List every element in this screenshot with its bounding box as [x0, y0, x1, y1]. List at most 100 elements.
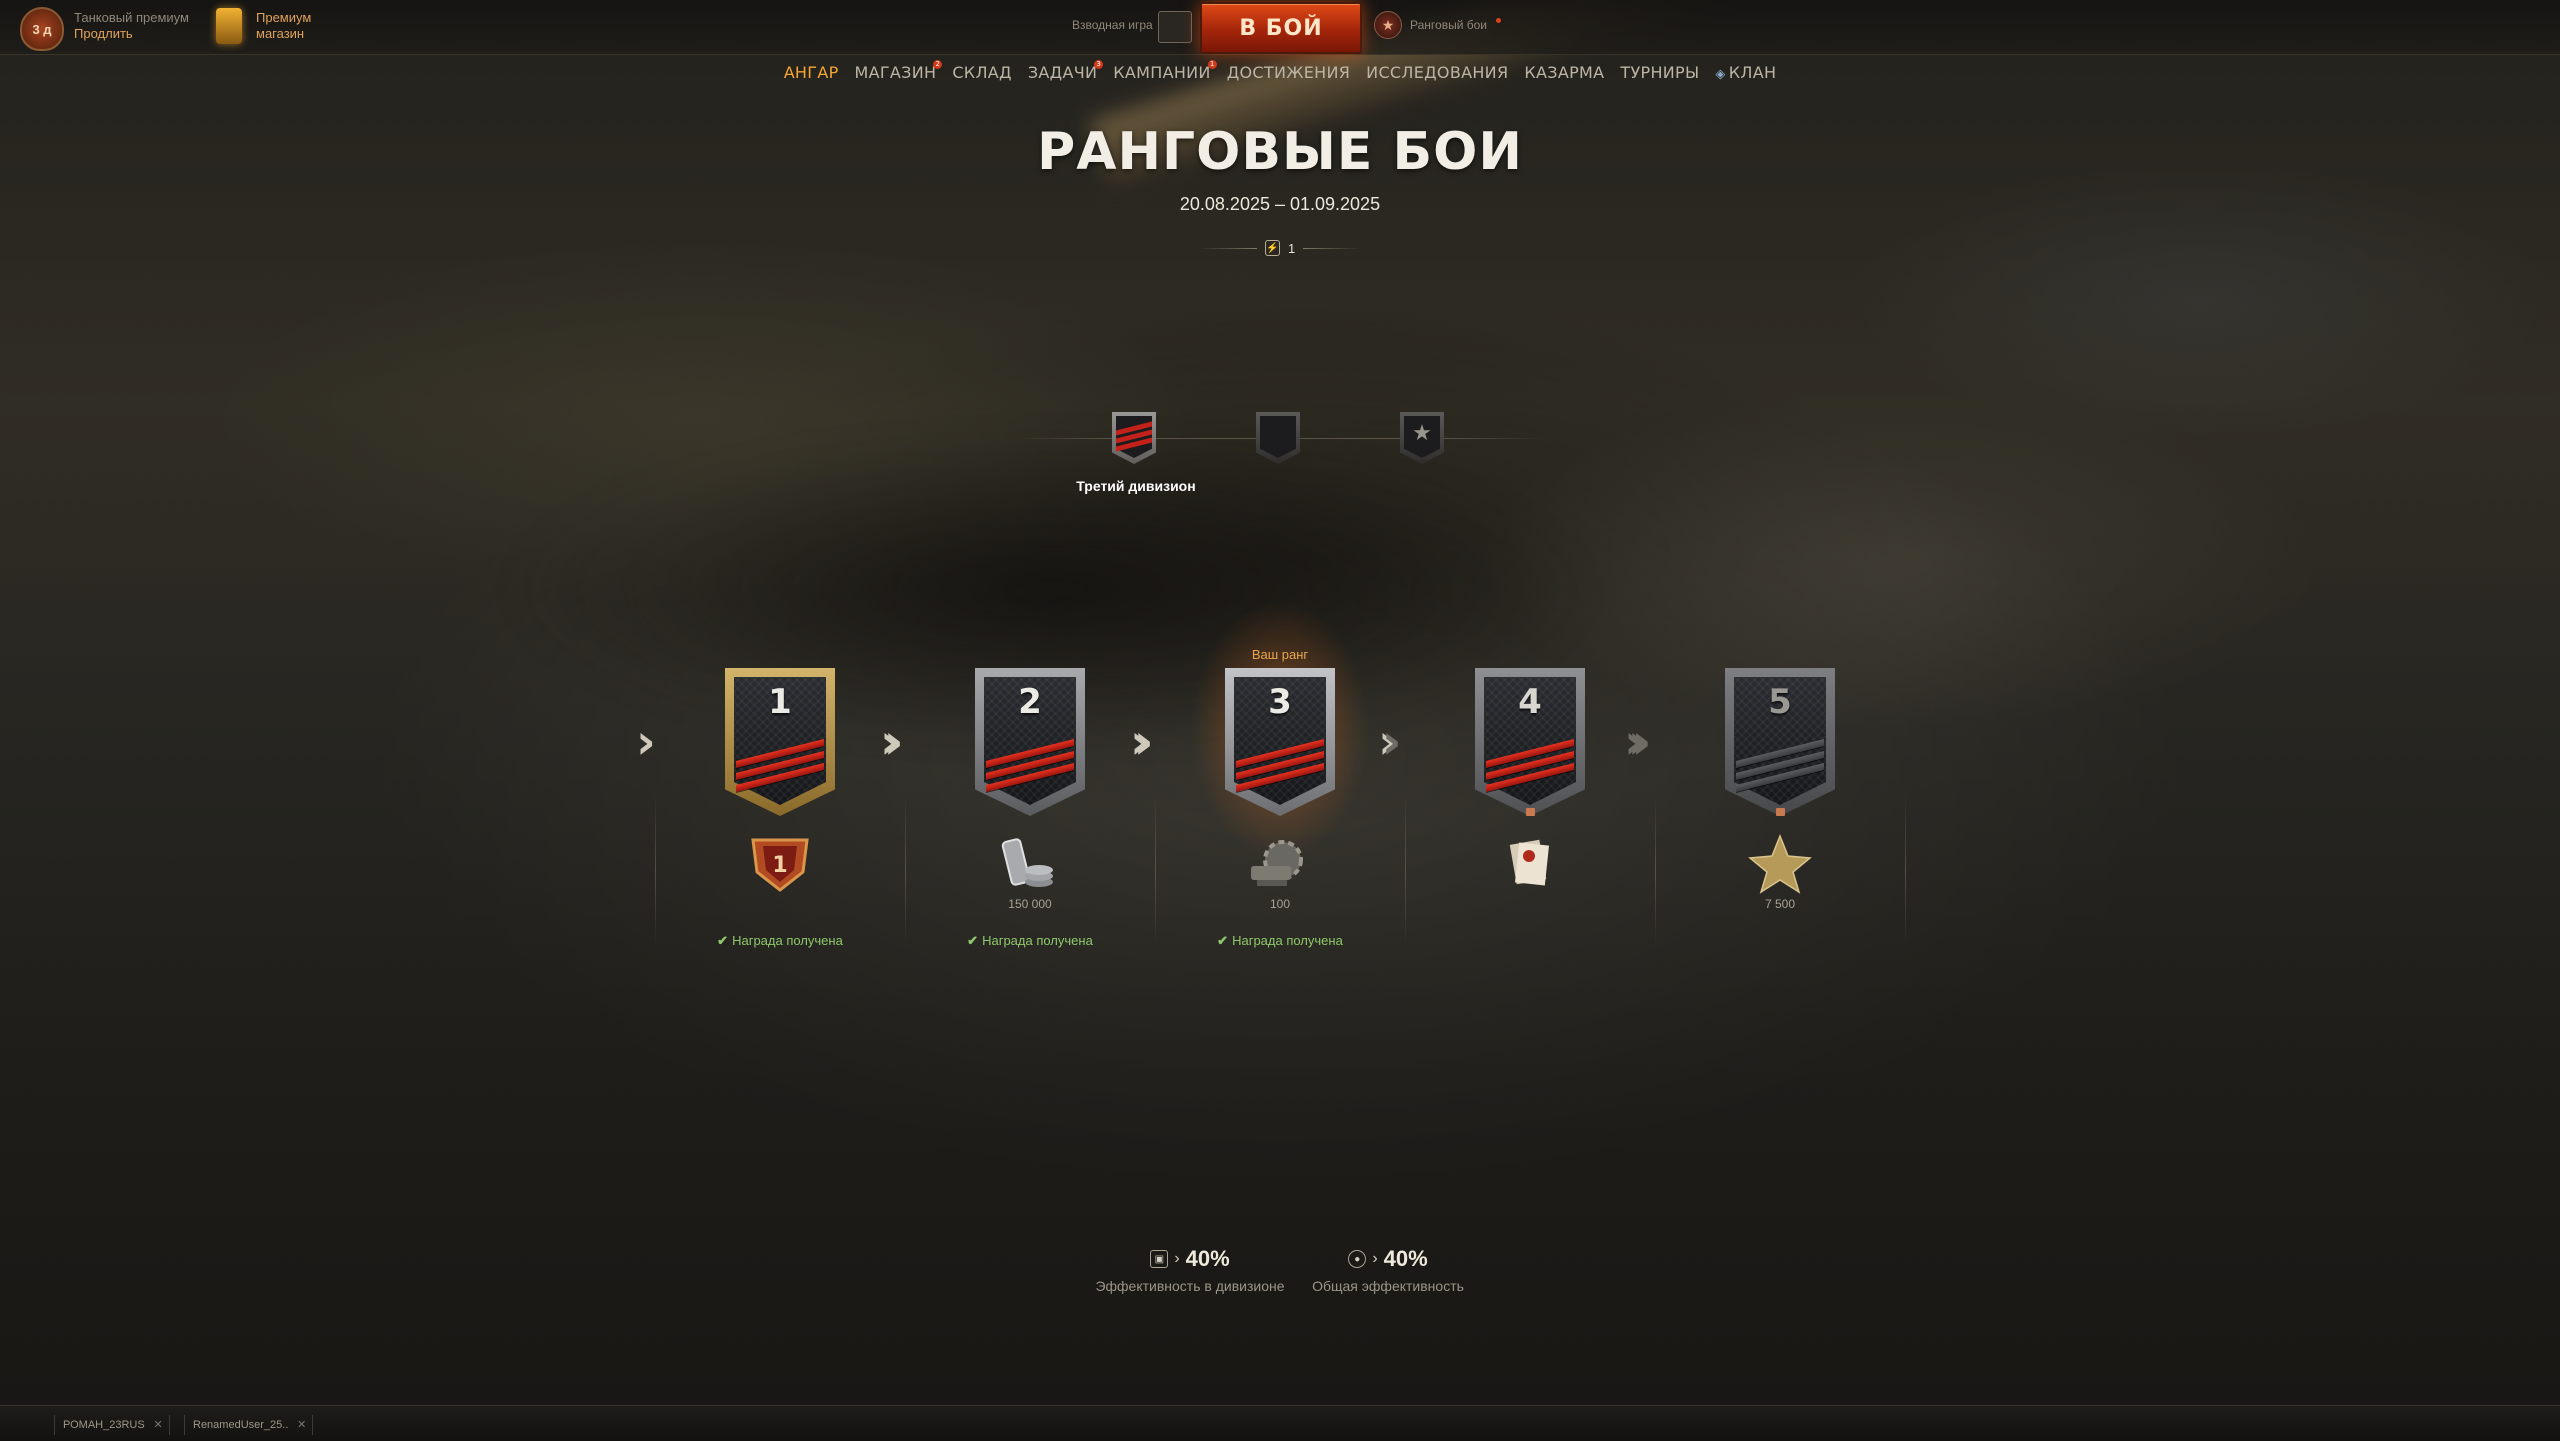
- battle-mode-icon[interactable]: ★: [1374, 11, 1402, 39]
- nav-campaigns[interactable]: КАМПАНИИ 1: [1105, 60, 1218, 86]
- premium-shop-icon[interactable]: [216, 8, 242, 44]
- overall-efficiency-row: ● › 40%: [1278, 1246, 1498, 1272]
- nav-clan-label: КЛАН: [1728, 63, 1777, 82]
- column-divider: [1905, 795, 1906, 945]
- chat-tab-label: РОМАН_23RUS: [63, 1419, 145, 1431]
- premium-shop-line1: Премиум: [256, 10, 312, 25]
- premium-account-title: Танковый премиум: [74, 10, 189, 25]
- rank-emblem-icon-svg: 1: [751, 838, 809, 892]
- current-division-label: Третий дивизион: [1076, 478, 1196, 494]
- lock-icon: [1776, 808, 1785, 816]
- rank-1-badge[interactable]: 1: [725, 668, 835, 818]
- nav-achievements[interactable]: ДОСТИЖЕНИЯ: [1219, 60, 1358, 86]
- divider: [1200, 247, 1257, 249]
- season-number: 1: [1288, 240, 1296, 256]
- battle-mode-label[interactable]: Ранговый бои: [1410, 18, 1487, 32]
- rank-3-badge[interactable]: 3: [1225, 668, 1335, 818]
- division-third-badge[interactable]: [1112, 412, 1156, 464]
- rank-4-badge[interactable]: 4: [1475, 668, 1585, 818]
- rank-emblem-icon[interactable]: 1: [743, 832, 817, 896]
- checkmark-icon: ✔: [717, 933, 729, 948]
- battle-mode-notification-dot: [1496, 18, 1501, 23]
- nav-clan[interactable]: ◈ КЛАН: [1707, 60, 1784, 86]
- division-efficiency-row: ▣ › 40%: [1080, 1246, 1300, 1272]
- nav-hangar[interactable]: АНГАР: [776, 60, 847, 86]
- column-divider: [905, 795, 906, 945]
- chat-bar: РОМАН_23RUS ✕ RenamedUser_25.. ✕: [0, 1405, 2560, 1441]
- division-efficiency-value: 40%: [1185, 1246, 1230, 1271]
- main-nav: АНГАР МАГАЗИН 2 СКЛАД ЗАДАЧИ 3 КАМПАНИИ 1 Д…: [0, 60, 2560, 86]
- bond-star-icon-svg: [1748, 833, 1812, 894]
- credits-icon[interactable]: [993, 832, 1067, 896]
- documents-icon-svg: [1509, 839, 1550, 886]
- nav-barracks-label: КАЗАРМА: [1524, 63, 1605, 82]
- reward-status-text: Награда получена: [982, 933, 1093, 948]
- premium-account-icon[interactable]: 3 д: [20, 7, 64, 51]
- nav-achievements-label: ДОСТИЖЕНИЯ: [1226, 63, 1351, 82]
- premium-shop-link[interactable]: Премиум магазин: [256, 10, 311, 42]
- nav-missions[interactable]: ЗАДАЧИ 3: [1020, 60, 1105, 86]
- division-third-shape: [1112, 412, 1156, 464]
- rank-progress-arrow-icon: ››: [1378, 714, 1401, 770]
- nav-shop-badge: 2: [933, 60, 943, 69]
- overall-efficiency-label: Общая эффективность: [1312, 1278, 1464, 1294]
- nav-depot-label: СКЛАД: [952, 63, 1012, 82]
- division-first-badge[interactable]: ★: [1400, 412, 1444, 464]
- premium-account-info[interactable]: Танковый премиум Продлить: [74, 10, 189, 42]
- nav-hangar-label: АНГАР: [783, 63, 839, 82]
- close-icon[interactable]: ✕: [153, 1415, 162, 1435]
- overall-efficiency-stat[interactable]: ● › 40% Общая эффективность: [1278, 1246, 1498, 1294]
- reward-value: 150 000: [1008, 897, 1052, 911]
- divider: [1303, 247, 1361, 249]
- column-divider: [1655, 795, 1656, 945]
- reward-status-text: Награда получена: [732, 933, 843, 948]
- nav-research-label: ИССЛЕДОВАНИЯ: [1366, 63, 1509, 82]
- battle-button[interactable]: В БОЙ: [1200, 2, 1362, 54]
- chat-tab[interactable]: RenamedUser_25.. ✕: [184, 1415, 314, 1435]
- rank-number: 2: [1018, 682, 1042, 722]
- platoon-icon[interactable]: [1158, 11, 1192, 43]
- nav-shop[interactable]: МАГАЗИН 2: [847, 60, 945, 86]
- chat-tab[interactable]: РОМАН_23RUS ✕: [54, 1415, 170, 1435]
- nav-tournaments-label: ТУРНИРЫ: [1620, 63, 1700, 82]
- reward-value: 7 500: [1764, 897, 1796, 911]
- bond-star-icon[interactable]: [1743, 832, 1817, 896]
- column-divider: [1405, 795, 1406, 945]
- clan-icon: ◈: [1715, 67, 1726, 82]
- platoon-label[interactable]: Взводная игра: [1072, 18, 1153, 32]
- premium-extend-link[interactable]: Продлить: [74, 26, 189, 42]
- nav-missions-badge: 3: [1094, 60, 1104, 69]
- top-bar: 3 д Танковый премиум Продлить Премиум ма…: [0, 0, 2560, 55]
- star-icon: ★: [1412, 420, 1432, 445]
- chat-tab-label: RenamedUser_25..: [193, 1419, 289, 1431]
- nav-depot[interactable]: СКЛАД: [944, 60, 1020, 86]
- nav-tournaments[interactable]: ТУРНИРЫ: [1612, 60, 1707, 86]
- division-second-badge[interactable]: [1256, 412, 1300, 464]
- chevron-right-icon: ›: [1174, 1250, 1180, 1267]
- division-track: [1300, 438, 1400, 439]
- nav-barracks[interactable]: КАЗАРМА: [1516, 60, 1612, 86]
- documents-icon[interactable]: [1493, 832, 1567, 896]
- division-track-right: [1444, 438, 1544, 439]
- reward-status-rank-1: ✔ Награда получена: [680, 933, 880, 949]
- rank-number: 5: [1768, 682, 1792, 722]
- close-icon[interactable]: ✕: [297, 1415, 306, 1435]
- equipment-icon[interactable]: [1243, 832, 1317, 896]
- equipment-icon-svg: [1251, 840, 1303, 886]
- credits-icon-svg: [1001, 838, 1053, 887]
- rank-progress-arrow-icon: ›: [636, 714, 655, 770]
- division-efficiency-stat[interactable]: ▣ › 40% Эффективность в дивизионе: [1080, 1246, 1300, 1294]
- rank-progress-arrow-icon: ››: [880, 714, 903, 770]
- rank-5-badge[interactable]: 5: [1725, 668, 1835, 818]
- nav-missions-label: ЗАДАЧИ: [1027, 63, 1098, 82]
- division-first-shape: ★: [1400, 412, 1444, 464]
- season-icon: ⚡: [1264, 240, 1281, 256]
- season-indicator: ⚡ 1: [1200, 238, 1361, 258]
- nav-research[interactable]: ИССЛЕДОВАНИЯ: [1358, 60, 1516, 86]
- rank-2-badge[interactable]: 2: [975, 668, 1085, 818]
- rank-number: 4: [1518, 682, 1542, 722]
- your-rank-label: Ваш ранг: [1251, 647, 1309, 662]
- nav-campaigns-label: КАМПАНИИ: [1113, 63, 1211, 82]
- nav-campaigns-badge: 1: [1207, 60, 1217, 69]
- overall-icon: ●: [1348, 1250, 1367, 1268]
